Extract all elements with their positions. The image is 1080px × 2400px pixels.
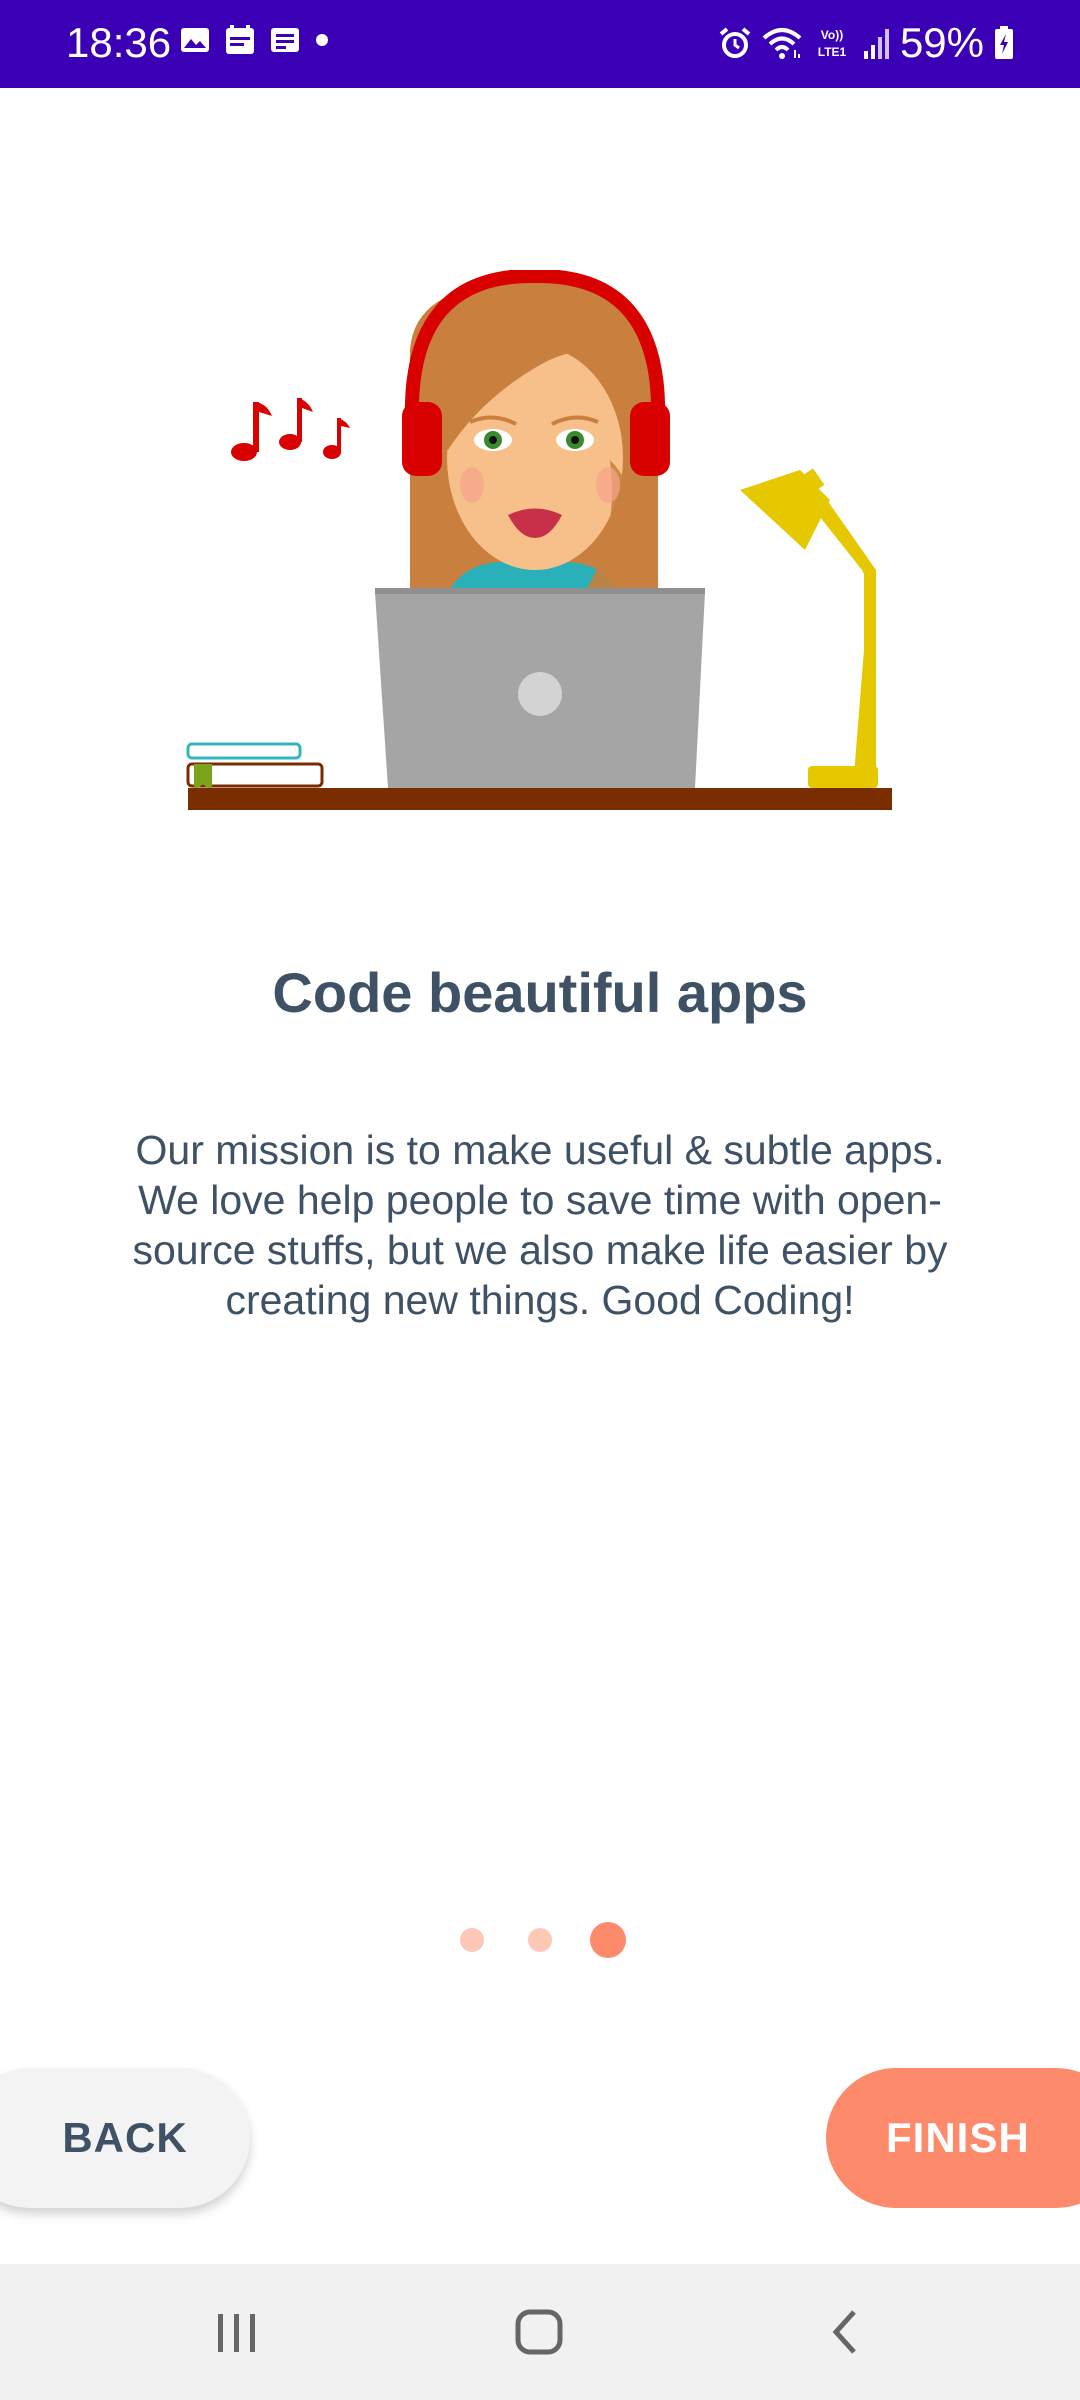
signal-icon xyxy=(863,29,889,59)
image-icon xyxy=(181,28,209,52)
page-dot-3-active[interactable] xyxy=(590,1922,626,1958)
battery-charging-icon xyxy=(995,26,1013,59)
calendar-icon xyxy=(226,25,254,54)
system-icons: Vo)) LTE1 59% xyxy=(718,18,1014,68)
volte-icon: Vo)) LTE1 xyxy=(818,28,847,59)
navigation-bar xyxy=(0,2264,1080,2400)
books-icon xyxy=(186,742,324,792)
back-button[interactable]: BACK xyxy=(0,2068,250,2208)
lamp-icon xyxy=(740,468,878,788)
back-icon[interactable] xyxy=(820,2304,870,2360)
finish-button[interactable]: FINISH xyxy=(826,2068,1080,2208)
alarm-icon xyxy=(719,27,751,58)
onboarding-title: Code beautiful apps xyxy=(272,961,808,1024)
svg-text:Vo)): Vo)) xyxy=(821,28,843,42)
svg-text:LTE1: LTE1 xyxy=(818,45,847,59)
notification-icons xyxy=(180,24,330,56)
recent-apps-icon[interactable] xyxy=(212,2304,262,2360)
developer-illustration xyxy=(186,270,892,810)
battery-percentage: 59% xyxy=(899,19,984,66)
onboarding-description: Our mission is to make useful & subtle a… xyxy=(132,1127,948,1323)
page-dot-2[interactable] xyxy=(528,1928,552,1952)
page-indicator xyxy=(0,1920,1080,1960)
status-time: 18:36 xyxy=(66,19,172,66)
status-bar: 18:36 Vo)) LTE1 59% xyxy=(0,0,1080,88)
home-icon[interactable] xyxy=(512,2304,568,2360)
dot-icon xyxy=(316,34,328,46)
wifi-icon xyxy=(762,28,802,59)
music-notes-icon xyxy=(231,398,350,461)
page-dot-1[interactable] xyxy=(460,1928,484,1952)
message-icon xyxy=(271,28,299,52)
